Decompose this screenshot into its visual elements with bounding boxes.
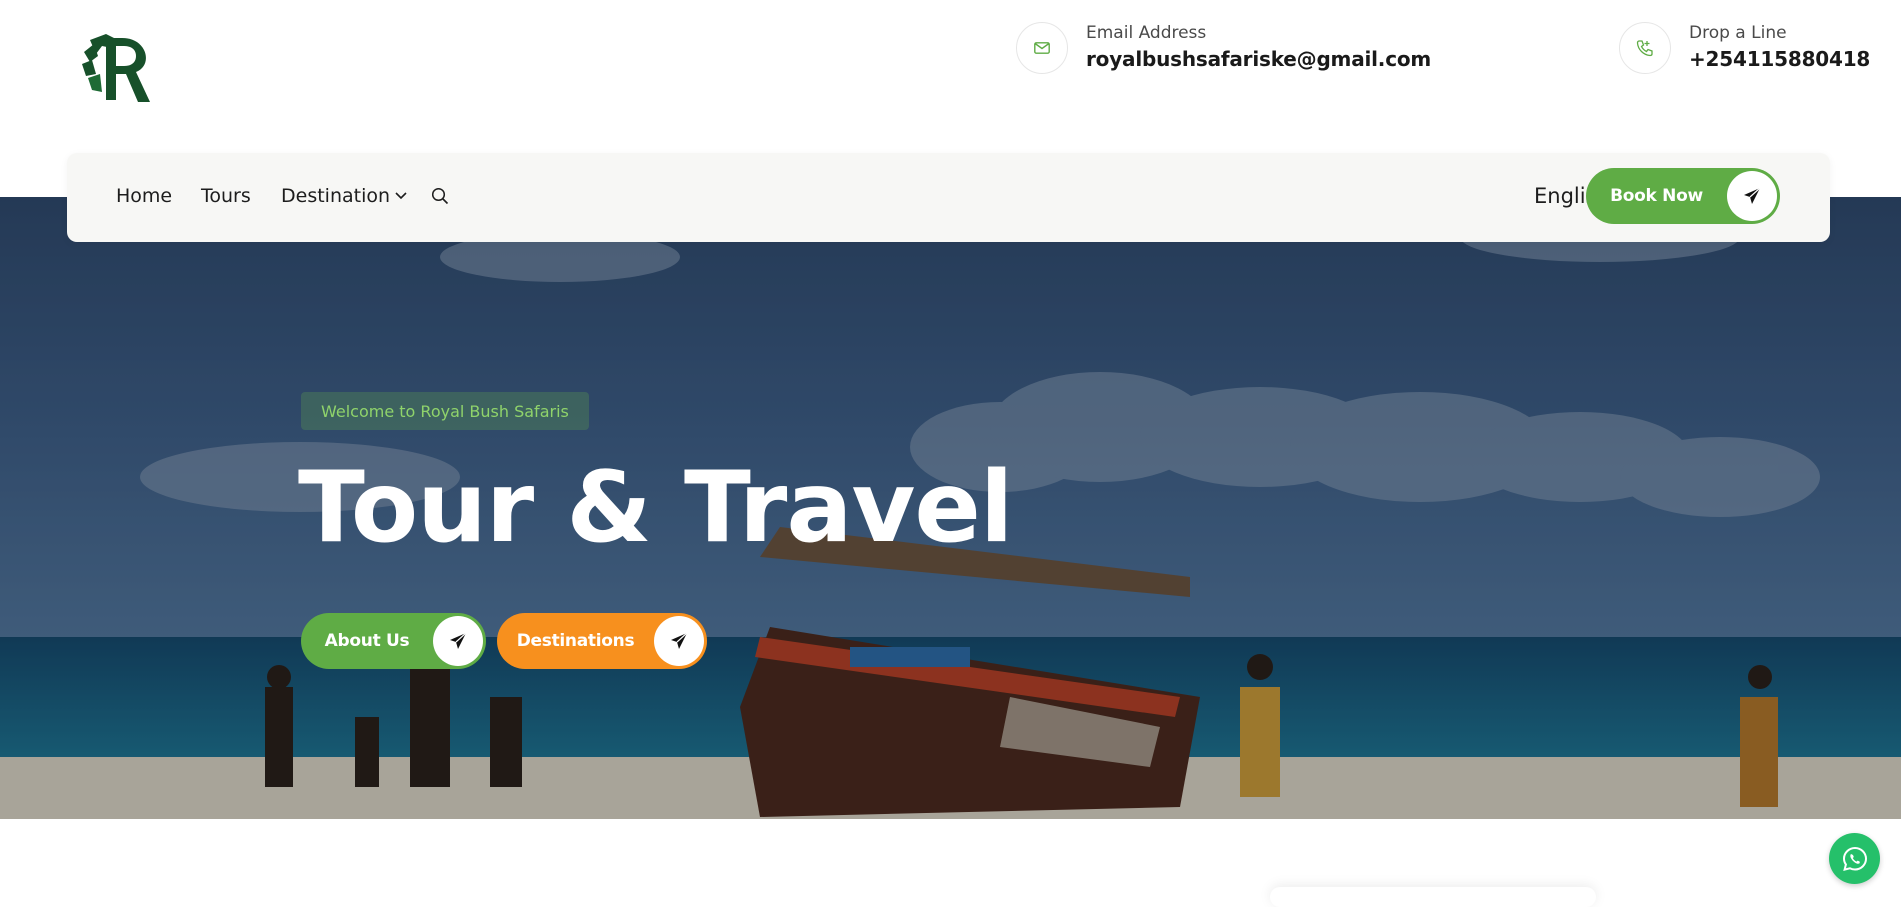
main-navbar: Home Tours Destination English Book Now [67,153,1830,242]
paper-plane-icon [1727,171,1777,221]
lion-r-logo-icon [82,34,150,102]
nav-item-tours[interactable]: Tours [201,185,251,207]
contact-phone: Drop a Line +254115880418 [1619,22,1870,74]
whatsapp-button[interactable] [1829,833,1880,884]
destinations-button[interactable]: Destinations [497,613,707,669]
nav-item-destination[interactable]: Destination [281,185,407,207]
contact-email: Email Address royalbushsafariske@gmail.c… [1016,22,1431,74]
phone-icon [1619,22,1671,74]
email-value[interactable]: royalbushsafariske@gmail.com [1086,44,1431,74]
whatsapp-icon [1842,846,1867,871]
nav-item-home[interactable]: Home [116,185,172,207]
hero-banner: Welcome to Royal Bush Safaris Tour & Tra… [0,197,1901,819]
phone-value[interactable]: +254115880418 [1689,44,1870,74]
nav-item-label: Destination [281,185,391,207]
nav-item-label: Tours [201,185,251,207]
nav-item-label: Home [116,185,173,207]
paper-plane-icon [433,616,483,666]
envelope-icon [1016,22,1068,74]
search-icon[interactable] [431,187,449,205]
site-logo[interactable] [76,30,158,114]
paper-plane-icon [654,616,704,666]
content-card-edge [1270,887,1596,907]
about-us-label: About Us [324,631,410,651]
about-us-button[interactable]: About Us [301,613,486,669]
phone-label: Drop a Line [1689,23,1787,43]
hero-title: Tour & Travel [298,451,1013,565]
book-now-button[interactable]: Book Now [1586,168,1780,224]
email-label: Email Address [1086,23,1207,43]
destinations-label: Destinations [516,631,635,651]
chevron-down-icon [395,192,407,200]
hero-welcome-badge: Welcome to Royal Bush Safaris [301,392,589,430]
book-now-label: Book Now [1610,186,1703,206]
